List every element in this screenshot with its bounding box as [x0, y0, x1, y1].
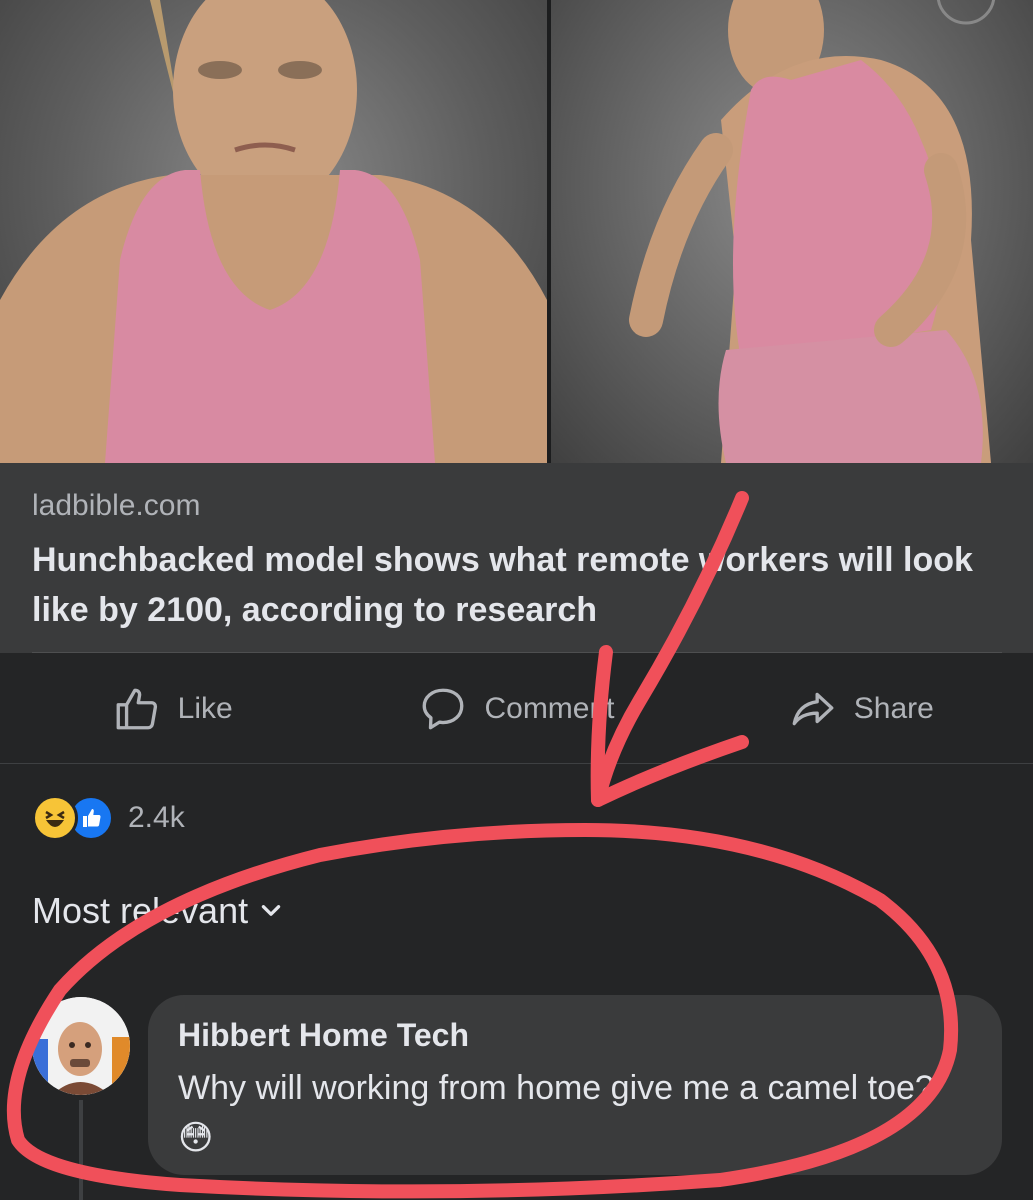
comment-button[interactable]: Comment: [344, 684, 688, 734]
share-icon: [792, 692, 834, 726]
link-domain: ladbible.com: [32, 489, 201, 522]
flushed-emoji: 😳: [178, 1119, 214, 1157]
comment-label: Comment: [484, 692, 615, 725]
post-images[interactable]: [0, 0, 1033, 463]
figure-side-illustration: [629, 0, 996, 463]
figure-front-illustration: [0, 0, 547, 463]
post-action-bar: Like Comment Share: [0, 655, 1033, 763]
reaction-summary[interactable]: 2.4k: [32, 795, 185, 841]
link-preview[interactable]: ladbible.com Hunchbacked model shows wha…: [0, 463, 1033, 653]
comment-icon: [423, 688, 464, 730]
share-label: Share: [853, 692, 934, 725]
avatar[interactable]: [32, 997, 130, 1095]
post-image-side-view[interactable]: [551, 0, 1033, 463]
divider: [0, 763, 1033, 764]
like-button[interactable]: Like: [0, 684, 344, 734]
divider: [32, 652, 1002, 653]
comment-body: Why will working from home give me a cam…: [178, 1069, 934, 1107]
chevron-down-icon: [261, 905, 281, 916]
link-headline[interactable]: Hunchbacked model shows what remote work…: [32, 535, 1007, 635]
sort-label: Most relevant: [32, 890, 249, 931]
like-icon: [116, 688, 157, 730]
comment-bubble[interactable]: Hibbert Home Tech Why will working from …: [148, 995, 1002, 1175]
share-button[interactable]: Share: [689, 684, 1033, 734]
reaction-count: 2.4k: [128, 801, 185, 834]
reply-thread-line: [79, 1100, 83, 1200]
like-label: Like: [177, 692, 233, 725]
post-image-front-view[interactable]: [0, 0, 547, 463]
comment-sort-dropdown[interactable]: Most relevant: [32, 890, 284, 932]
comment-text: Why will working from home give me a cam…: [178, 1063, 968, 1163]
haha-reaction-icon: [32, 795, 78, 841]
comment-author[interactable]: Hibbert Home Tech: [178, 1017, 469, 1054]
